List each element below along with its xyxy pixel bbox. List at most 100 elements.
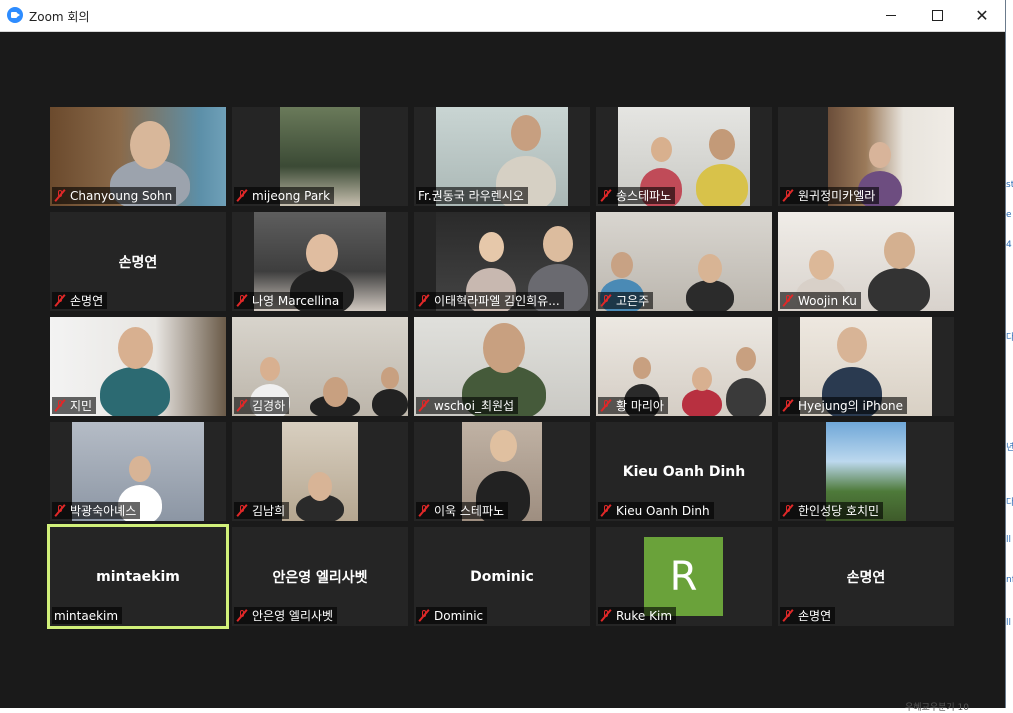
participant-name-tag: 고은주 xyxy=(598,292,654,309)
participant-name: 김경하 xyxy=(252,399,286,413)
muted-mic-icon xyxy=(600,609,612,622)
participant-tile[interactable]: Dominic Dominic xyxy=(414,527,590,626)
muted-mic-icon xyxy=(418,609,430,622)
person-head xyxy=(883,232,915,270)
person-silhouette xyxy=(686,279,734,311)
participant-tile[interactable]: mijeong Park xyxy=(232,107,408,206)
person-head xyxy=(117,327,153,369)
participant-tile[interactable]: Woojin Ku xyxy=(778,212,954,311)
person-head xyxy=(478,232,504,262)
participant-name: 이욱 스테파노 xyxy=(434,504,505,518)
participant-name: 황 마리아 xyxy=(616,399,664,413)
participant-name: Woojin Ku xyxy=(798,293,857,308)
muted-mic-icon xyxy=(782,294,794,307)
participant-name: Dominic xyxy=(434,608,484,623)
participant-name: Chanyoung Sohn xyxy=(70,188,173,203)
participant-name: 고은주 xyxy=(616,294,650,308)
person-head xyxy=(543,226,573,262)
person-silhouette xyxy=(682,389,722,416)
participant-tile[interactable]: 김남희 xyxy=(232,422,408,521)
person-head xyxy=(698,254,722,283)
participant-name-tag: Ruke Kim xyxy=(598,607,677,624)
background-window-glyph: 다 xyxy=(1006,498,1013,508)
participant-name: 원귀정미카엘라 xyxy=(798,189,876,203)
participant-tile[interactable]: 원귀정미카엘라 xyxy=(778,107,954,206)
participant-name: 안은영 엘리사벳 xyxy=(252,609,334,623)
participant-tile[interactable]: Kieu Oanh Dinh Kieu Oanh Dinh xyxy=(596,422,772,521)
participant-tile[interactable]: 이욱 스테파노 xyxy=(414,422,590,521)
participant-tile[interactable]: 나영 Marcellina xyxy=(232,212,408,311)
participant-tile[interactable]: 박광숙아녜스 xyxy=(50,422,226,521)
participant-name-tag: 안은영 엘리사벳 xyxy=(234,607,338,624)
participant-name: 지민 xyxy=(70,399,93,413)
background-window-strip xyxy=(1006,31,1013,708)
muted-mic-icon xyxy=(782,399,794,412)
participant-name: mintaekim xyxy=(54,608,119,623)
person-head xyxy=(483,323,525,374)
participant-name-tag: Woojin Ku xyxy=(780,292,861,309)
person-head xyxy=(736,347,756,371)
participant-name: 이태혁라파엘 김인희유... xyxy=(434,294,560,308)
participant-name-tag: 송스테파노 xyxy=(598,187,676,204)
participant-name-tag: Dominic xyxy=(416,607,488,624)
close-icon: ✕ xyxy=(975,5,989,25)
participant-tile[interactable]: Hyejung의 iPhone xyxy=(778,317,954,416)
participant-name: 송스테파노 xyxy=(616,189,672,203)
muted-mic-icon xyxy=(236,609,248,622)
muted-mic-icon xyxy=(782,504,794,517)
muted-mic-icon xyxy=(236,189,248,202)
participant-tile[interactable]: 손명연 손명연 xyxy=(778,527,954,626)
participant-tile[interactable]: R Ruke Kim xyxy=(596,527,772,626)
participant-name: Kieu Oanh Dinh xyxy=(616,503,710,518)
person-head xyxy=(692,367,712,391)
participant-name-tag: 나영 Marcellina xyxy=(234,292,344,309)
person-head xyxy=(322,377,348,407)
background-window-glyph: ll xyxy=(1006,618,1012,628)
participant-tile[interactable]: 안은영 엘리사벳 안은영 엘리사벳 xyxy=(232,527,408,626)
participant-tile[interactable]: 김경하 xyxy=(232,317,408,416)
person-head xyxy=(808,250,834,280)
participant-tile[interactable]: 한인성당 호치민 xyxy=(778,422,954,521)
close-button[interactable]: ✕ xyxy=(959,0,1005,31)
person-head xyxy=(381,367,399,389)
participant-name-tag: 이태혁라파엘 김인희유... xyxy=(416,292,564,309)
participant-tile[interactable]: 지민 xyxy=(50,317,226,416)
participant-name-tag: Chanyoung Sohn xyxy=(52,187,177,204)
muted-mic-icon xyxy=(600,189,612,202)
person-head xyxy=(130,121,170,169)
participant-tile[interactable]: wschoi_최원섭 xyxy=(414,317,590,416)
participant-name-tag: wschoi_최원섭 xyxy=(416,397,519,414)
participant-tile[interactable]: Chanyoung Sohn xyxy=(50,107,226,206)
background-window-glyph: ll xyxy=(1006,535,1012,545)
video-feed xyxy=(282,422,358,521)
person-silhouette xyxy=(372,389,408,416)
participant-tile[interactable]: 황 마리아 xyxy=(596,317,772,416)
participant-tile[interactable]: mintaekim mintaekim xyxy=(47,524,229,629)
zoom-logo-icon xyxy=(7,7,23,23)
background-window-glyph: 다 xyxy=(1006,333,1013,343)
participant-tile[interactable]: 고은주 xyxy=(596,212,772,311)
participant-tile[interactable]: Fr.권동국 라우렌시오 xyxy=(414,107,590,206)
participant-tile[interactable]: 이태혁라파엘 김인희유... xyxy=(414,212,590,311)
background-window-footer: 우혜교우분기 10 xyxy=(905,703,969,713)
participant-name-tag: 박광숙아녜스 xyxy=(52,502,141,519)
person-head xyxy=(633,357,651,379)
participant-tile[interactable]: 송스테파노 xyxy=(596,107,772,206)
participant-name-tag: mintaekim xyxy=(52,607,123,624)
participant-name-tag: 손명연 xyxy=(780,607,836,624)
maximize-button[interactable] xyxy=(914,0,960,31)
participant-name: 나영 Marcellina xyxy=(252,294,340,308)
participant-tile[interactable]: 손명연 손명연 xyxy=(50,212,226,311)
participant-name-tag: Hyejung의 iPhone xyxy=(780,397,908,414)
participant-name-tag: 원귀정미카엘라 xyxy=(780,187,880,204)
participant-name-tag: mijeong Park xyxy=(234,187,335,204)
participant-name-tag: Fr.권동국 라우렌시오 xyxy=(416,187,528,204)
person-silhouette xyxy=(868,267,930,311)
minimize-icon xyxy=(886,15,896,16)
participant-name-tag: 한인성당 호치민 xyxy=(780,502,884,519)
background-window-glyph: nf xyxy=(1006,575,1013,585)
muted-mic-icon xyxy=(782,189,794,202)
participant-name-tag: 김남희 xyxy=(234,502,290,519)
person-head xyxy=(650,137,672,163)
minimize-button[interactable] xyxy=(868,0,914,31)
